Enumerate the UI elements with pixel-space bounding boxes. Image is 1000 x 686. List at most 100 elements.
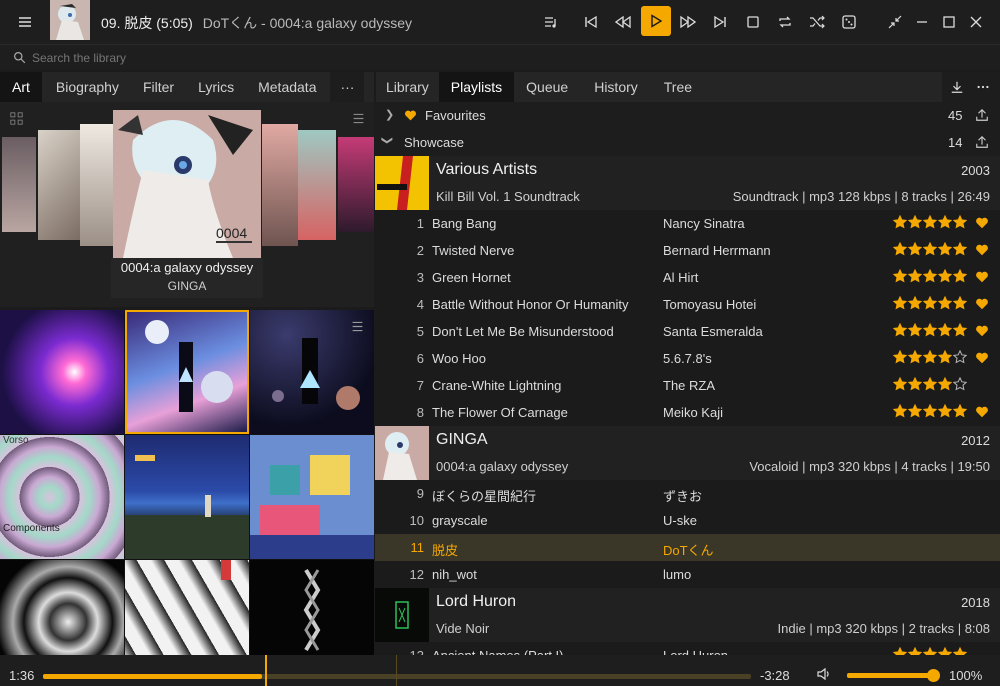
- star-icon[interactable]: [908, 377, 922, 391]
- star-icon[interactable]: [908, 350, 922, 364]
- star-icon[interactable]: [938, 215, 952, 229]
- tab-playlists[interactable]: Playlists: [438, 72, 515, 102]
- random-icon[interactable]: [835, 8, 863, 36]
- upload-icon[interactable]: [975, 108, 989, 122]
- track-row[interactable]: 9 ぼくらの星間紀行 ずきお: [375, 480, 1000, 507]
- track-row[interactable]: 6 Woo Hoo 5.6.7.8's: [375, 345, 1000, 372]
- heart-icon[interactable]: [975, 351, 989, 365]
- track-row[interactable]: 10 grayscale U-ske: [375, 507, 1000, 534]
- menu-icon[interactable]: [351, 320, 364, 333]
- star-icon[interactable]: [938, 350, 952, 364]
- tab-queue[interactable]: Queue: [514, 72, 580, 102]
- star-icon[interactable]: [893, 404, 907, 418]
- star-icon[interactable]: [938, 404, 952, 418]
- skip-forward-icon[interactable]: [706, 8, 734, 36]
- track-row[interactable]: 11 脱皮 DoTくん: [375, 534, 1000, 561]
- grid-cover[interactable]: [0, 560, 124, 655]
- track-row[interactable]: 5 Don't Let Me Be Misunderstood Santa Esme…: [375, 318, 1000, 345]
- star-icon[interactable]: [908, 269, 922, 283]
- star-icon[interactable]: [953, 296, 967, 310]
- album-header[interactable]: Lord Huron 2018 Vide Noir Indie | mp3 32…: [375, 588, 1000, 642]
- album-header[interactable]: Various Artists 2003 Kill Bill Vol. 1 So…: [375, 156, 1000, 210]
- star-icon[interactable]: [908, 404, 922, 418]
- star-icon[interactable]: [938, 242, 952, 256]
- album-header[interactable]: GINGA 2012 0004:a galaxy odyssey Vocaloi…: [375, 426, 1000, 480]
- tab-biography[interactable]: Biography: [42, 72, 131, 102]
- star-icon[interactable]: [923, 215, 937, 229]
- stop-icon[interactable]: [739, 8, 767, 36]
- tab-lyrics[interactable]: Lyrics: [186, 72, 246, 102]
- grid-cover-selected[interactable]: [125, 310, 249, 434]
- star-icon[interactable]: [938, 269, 952, 283]
- carousel-cover[interactable]: [298, 130, 336, 240]
- star-icon[interactable]: [953, 215, 967, 229]
- star-icon[interactable]: [953, 404, 967, 418]
- track-row[interactable]: 8 The Flower Of Carnage Meiko Kaji: [375, 399, 1000, 426]
- heart-icon[interactable]: [975, 297, 989, 311]
- star-icon[interactable]: [953, 647, 967, 655]
- tab-art[interactable]: Art: [0, 72, 42, 102]
- track-row[interactable]: 1 Bang Bang Nancy Sinatra: [375, 210, 1000, 237]
- star-icon[interactable]: [893, 647, 907, 655]
- carousel-cover[interactable]: [38, 130, 80, 240]
- shuffle-icon[interactable]: [803, 8, 831, 36]
- star-icon[interactable]: [938, 377, 952, 391]
- star-icon[interactable]: [923, 404, 937, 418]
- carousel-cover[interactable]: [338, 137, 374, 232]
- star-icon[interactable]: [953, 377, 967, 391]
- seek-bar[interactable]: [43, 674, 751, 679]
- track-row[interactable]: 12 nih_wot lumo: [375, 561, 1000, 588]
- star-icon[interactable]: [923, 269, 937, 283]
- search-input[interactable]: [32, 48, 632, 68]
- playlist-showcase[interactable]: ❯ Showcase 14: [375, 129, 1000, 156]
- grid-cover[interactable]: [250, 560, 374, 655]
- carousel-cover[interactable]: [80, 124, 114, 246]
- star-icon[interactable]: [893, 269, 907, 283]
- heart-icon[interactable]: [975, 216, 989, 230]
- carousel-cover[interactable]: [262, 124, 298, 246]
- tab-more-button[interactable]: ···: [330, 72, 365, 102]
- upload-icon[interactable]: [975, 135, 989, 149]
- star-icon[interactable]: [953, 323, 967, 337]
- track-row[interactable]: 7 Crane-White Lightning The RZA: [375, 372, 1000, 399]
- heart-icon[interactable]: [975, 243, 989, 257]
- grid-cover[interactable]: [125, 435, 249, 559]
- playlist-favourites[interactable]: ❯ Favourites 45: [375, 102, 1000, 129]
- track-row[interactable]: 4 Battle Without Honor Or Humanity Tomoyas…: [375, 291, 1000, 318]
- favourite-toggle[interactable]: [975, 270, 989, 287]
- more-icon[interactable]: [976, 80, 990, 94]
- heart-icon[interactable]: [975, 405, 989, 419]
- tab-library[interactable]: Library: [376, 72, 439, 102]
- star-icon[interactable]: [923, 296, 937, 310]
- rewind-icon[interactable]: [609, 8, 637, 36]
- star-icon[interactable]: [908, 647, 922, 655]
- heart-icon[interactable]: [975, 324, 989, 338]
- grid-cover[interactable]: [0, 310, 124, 434]
- star-icon[interactable]: [923, 377, 937, 391]
- minimize-mode-icon[interactable]: [881, 8, 909, 36]
- close-icon[interactable]: [962, 8, 990, 36]
- favourite-toggle[interactable]: [975, 351, 989, 368]
- star-icon[interactable]: [938, 296, 952, 310]
- track-row[interactable]: 3 Green Hornet Al Hirt: [375, 264, 1000, 291]
- star-icon[interactable]: [923, 242, 937, 256]
- grid-cover[interactable]: [250, 435, 374, 559]
- play-button[interactable]: [641, 6, 671, 36]
- star-icon[interactable]: [923, 647, 937, 655]
- minimize-icon[interactable]: [908, 8, 936, 36]
- star-icon[interactable]: [953, 242, 967, 256]
- star-icon[interactable]: [893, 350, 907, 364]
- volume-slider[interactable]: [847, 669, 940, 682]
- download-icon[interactable]: [950, 80, 964, 94]
- grid-icon[interactable]: [10, 112, 23, 125]
- featured-cover[interactable]: 0004: [113, 110, 261, 258]
- menu-icon[interactable]: [352, 112, 365, 125]
- star-icon[interactable]: [893, 215, 907, 229]
- star-icon[interactable]: [953, 269, 967, 283]
- skip-back-icon[interactable]: [577, 8, 605, 36]
- favourite-toggle[interactable]: [975, 243, 989, 260]
- star-icon[interactable]: [908, 296, 922, 310]
- carousel-cover[interactable]: [2, 137, 36, 232]
- star-icon[interactable]: [908, 242, 922, 256]
- tab-filter[interactable]: Filter: [131, 72, 186, 102]
